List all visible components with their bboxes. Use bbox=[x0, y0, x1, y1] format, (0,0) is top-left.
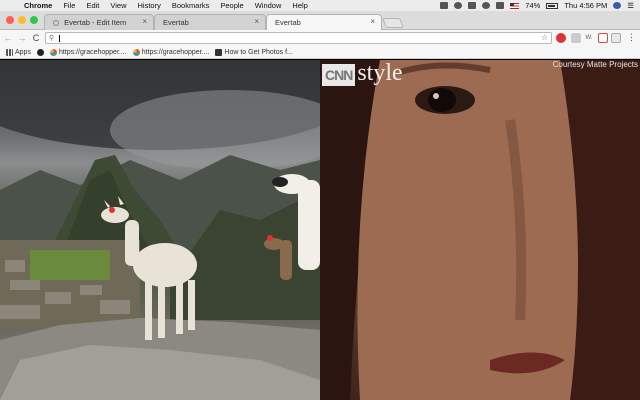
user-avatar-icon[interactable] bbox=[613, 2, 622, 9]
tab-close-icon[interactable]: × bbox=[370, 17, 375, 26]
loading-favicon-icon bbox=[53, 20, 59, 26]
extension-s-icon[interactable] bbox=[571, 33, 581, 43]
airplay-icon[interactable] bbox=[468, 2, 477, 9]
volume-icon[interactable] bbox=[496, 2, 505, 9]
bookmark-gracehopper-1[interactable]: https://gracehopper.... bbox=[49, 48, 127, 56]
macos-menu-bar: Chrome File Edit View History Bookmarks … bbox=[0, 0, 640, 11]
extension-box-icon[interactable] bbox=[611, 33, 621, 43]
address-bar[interactable]: ⚲ ☆ bbox=[45, 32, 552, 44]
menu-history[interactable]: History bbox=[138, 1, 161, 10]
menu-view[interactable]: View bbox=[110, 1, 126, 10]
dropbox-icon[interactable] bbox=[440, 2, 449, 9]
text-cursor bbox=[59, 35, 60, 42]
bookmark-label: How to Get Photos f... bbox=[224, 48, 293, 56]
battery-icon[interactable] bbox=[546, 2, 559, 9]
style-logo-text: style bbox=[357, 60, 403, 86]
forward-button[interactable]: → bbox=[16, 33, 28, 43]
menu-help[interactable]: Help bbox=[292, 1, 307, 10]
cnn-style-logo: CNN style bbox=[322, 60, 403, 87]
chrome-menu-icon[interactable]: ⋮ bbox=[627, 32, 636, 43]
photo-credit: Courtesy Matte Projects bbox=[552, 60, 638, 69]
menu-file[interactable]: File bbox=[63, 1, 75, 10]
tab-close-icon[interactable]: × bbox=[254, 17, 259, 26]
bookmarks-bar: Apps https://gracehopper.... https://gra… bbox=[0, 46, 640, 59]
bookmark-gracehopper-2[interactable]: https://gracehopper.... bbox=[132, 48, 210, 56]
machu-picchu-llama-photo bbox=[0, 60, 320, 400]
tab-title: Evertab bbox=[275, 18, 301, 27]
tab-strip: Evertab - Edit Item × Evertab × Evertab … bbox=[0, 11, 640, 30]
bookmark-star-icon[interactable]: ☆ bbox=[541, 33, 548, 42]
hm-icon bbox=[215, 48, 223, 56]
menu-bookmarks[interactable]: Bookmarks bbox=[172, 1, 210, 10]
menu-clock[interactable]: Thu 4:56 PM bbox=[564, 1, 607, 10]
cnn-style-portrait-photo: CNN style Courtesy Matte Projects bbox=[320, 60, 640, 400]
page-content: CNN style Courtesy Matte Projects bbox=[0, 60, 640, 400]
bookmark-label: https://gracehopper.... bbox=[141, 48, 210, 56]
window-close-button[interactable] bbox=[6, 16, 14, 24]
apps-grid-icon bbox=[6, 48, 13, 56]
bookmark-github[interactable] bbox=[36, 48, 44, 56]
menu-app-name[interactable]: Chrome bbox=[24, 1, 52, 10]
window-controls bbox=[6, 16, 38, 24]
extension-stop-icon[interactable] bbox=[556, 33, 566, 43]
menu-window[interactable]: Window bbox=[255, 1, 282, 10]
search-icon: ⚲ bbox=[49, 35, 55, 42]
tab-close-icon[interactable]: × bbox=[142, 17, 147, 26]
menu-people[interactable]: People bbox=[220, 1, 243, 10]
cnn-logo-mark: CNN bbox=[322, 64, 356, 86]
status-tray: 74% Thu 4:56 PM ☰ bbox=[440, 1, 634, 10]
evernote-icon[interactable] bbox=[454, 2, 463, 9]
reload-button[interactable]: C bbox=[30, 33, 42, 43]
portrait-face-illustration bbox=[320, 60, 640, 400]
menu-edit[interactable]: Edit bbox=[86, 1, 99, 10]
new-tab-button[interactable] bbox=[382, 18, 404, 28]
pinwheel-icon bbox=[132, 48, 140, 56]
github-icon bbox=[36, 48, 44, 56]
us-flag-input-icon[interactable] bbox=[510, 2, 520, 9]
notification-center-icon[interactable]: ☰ bbox=[627, 1, 634, 10]
extension-w-icon[interactable]: W. bbox=[584, 33, 594, 43]
bookmark-how-to-get-photos[interactable]: How to Get Photos f... bbox=[215, 48, 293, 56]
tab-title: Evertab - Edit Item bbox=[64, 18, 127, 27]
pinwheel-icon bbox=[49, 48, 57, 56]
llama-landscape-illustration bbox=[0, 60, 320, 400]
browser-toolbar: ← → C ⚲ ☆ W. ⋮ bbox=[0, 30, 640, 46]
tab-evertab-active[interactable]: Evertab × bbox=[266, 14, 382, 30]
tab-evertab-edit-item[interactable]: Evertab - Edit Item × bbox=[44, 14, 154, 30]
window-maximize-button[interactable] bbox=[30, 16, 38, 24]
wifi-icon[interactable] bbox=[482, 2, 491, 9]
bookmark-apps[interactable]: Apps bbox=[6, 48, 31, 56]
window-minimize-button[interactable] bbox=[18, 16, 26, 24]
back-button[interactable]: ← bbox=[2, 33, 14, 43]
extension-red-frame-icon[interactable] bbox=[598, 33, 608, 43]
battery-percent[interactable]: 74% bbox=[525, 1, 540, 10]
bookmark-label: Apps bbox=[15, 48, 31, 56]
tab-evertab-1[interactable]: Evertab × bbox=[154, 14, 266, 30]
address-input[interactable] bbox=[58, 33, 538, 43]
tab-title: Evertab bbox=[163, 18, 189, 27]
bookmark-label: https://gracehopper.... bbox=[58, 48, 127, 56]
